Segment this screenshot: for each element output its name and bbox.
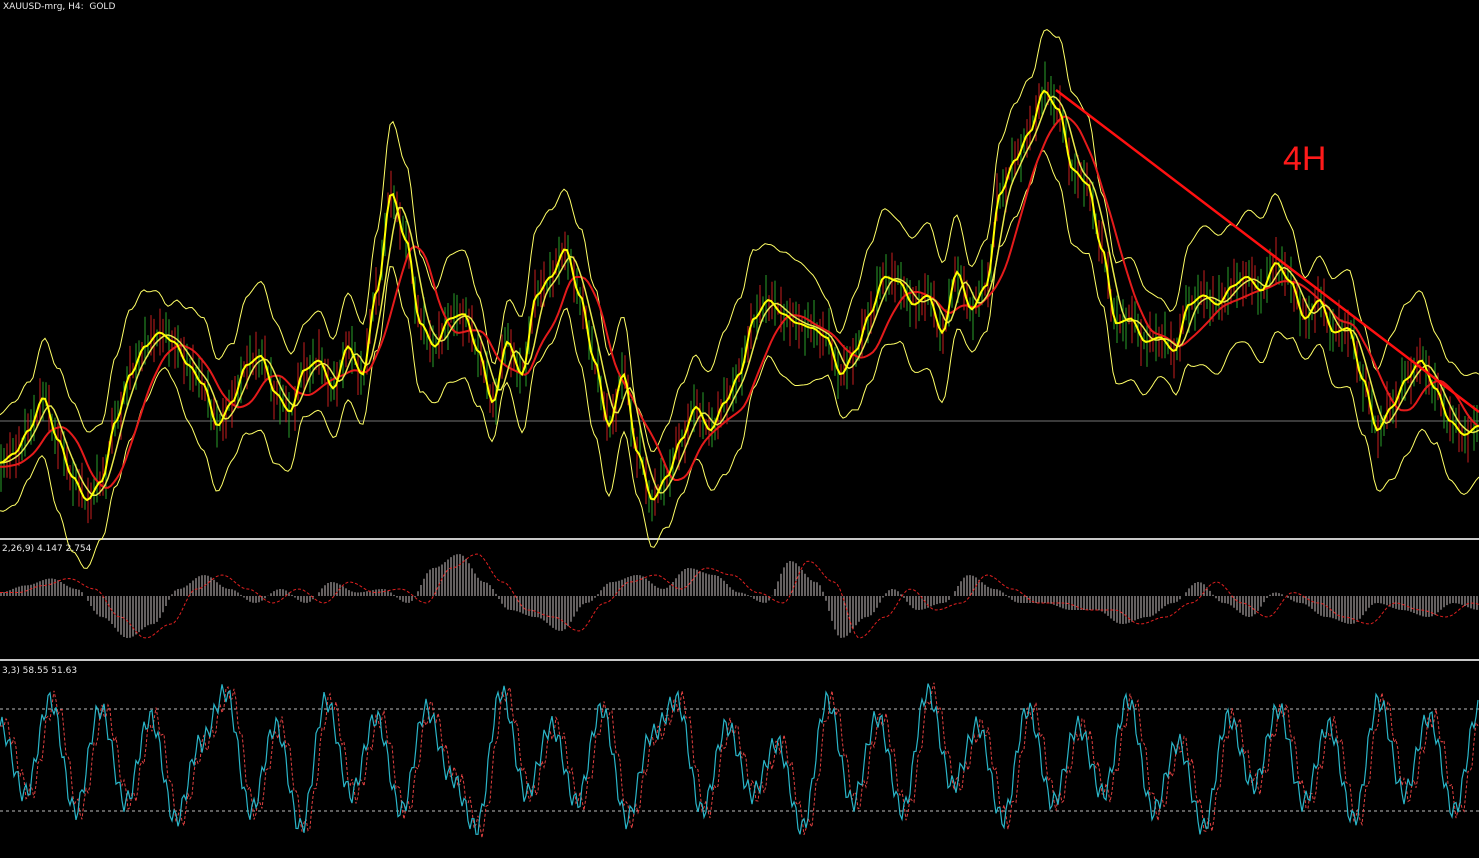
macd-label: 2,26,9) 4.147 2.754 bbox=[2, 544, 92, 554]
stochastic-signal-line bbox=[0, 682, 1479, 838]
mid-moving-average-line bbox=[0, 95, 1479, 497]
panel-divider bbox=[0, 659, 1479, 661]
price-chart-canvas[interactable] bbox=[0, 0, 1479, 858]
stochastic-label: 3,3) 58.55 51.63 bbox=[2, 666, 78, 676]
panel-divider bbox=[0, 538, 1479, 540]
stochastic-main-line bbox=[0, 683, 1479, 835]
slow-moving-average-line bbox=[0, 115, 1479, 489]
macd-histogram bbox=[0, 554, 1478, 638]
descending-trendline bbox=[1055, 89, 1479, 413]
timeframe-annotation: 4H bbox=[1283, 140, 1327, 178]
fast-moving-average-line bbox=[0, 89, 1479, 502]
